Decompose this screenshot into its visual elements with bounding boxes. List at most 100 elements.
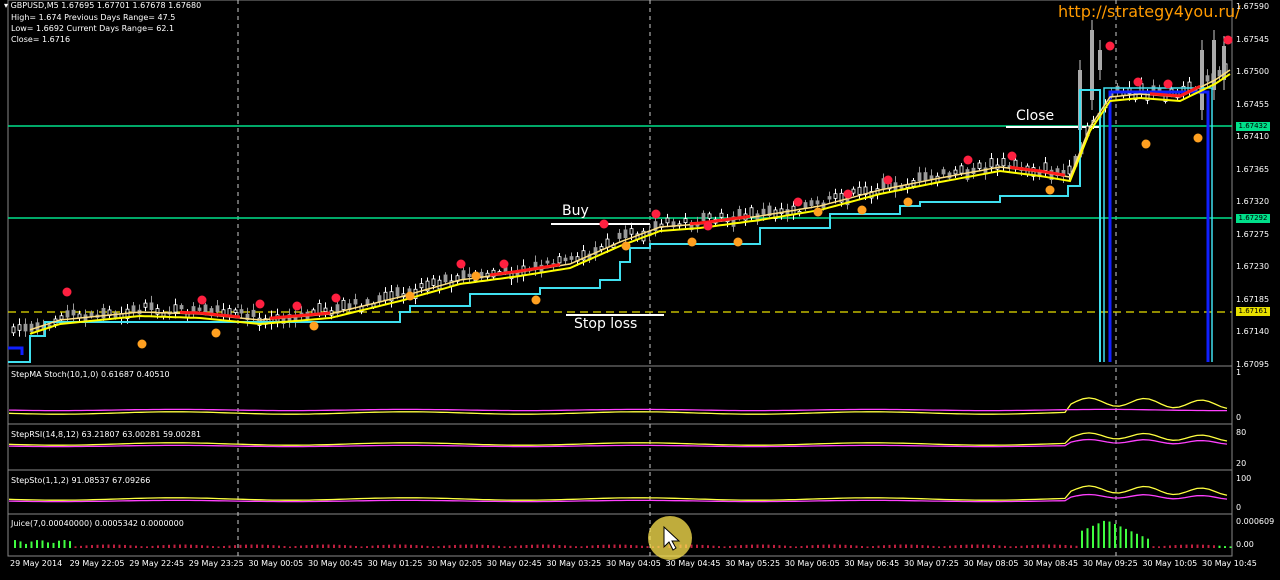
juice-scale-bottom: 0.00 bbox=[1236, 540, 1254, 549]
time-tick: 30 May 06:45 bbox=[844, 559, 900, 568]
juice-bar bbox=[162, 545, 165, 548]
juice-bar bbox=[454, 544, 456, 548]
candle-body bbox=[1098, 50, 1102, 70]
juice-bar bbox=[393, 544, 396, 548]
candle-body bbox=[461, 270, 466, 281]
candle-body bbox=[989, 158, 994, 168]
buy-signal-dot bbox=[137, 339, 147, 349]
juice-bar bbox=[91, 545, 93, 548]
juice-bar bbox=[426, 545, 429, 548]
candle-body bbox=[953, 169, 958, 175]
juice-bar bbox=[1059, 544, 1061, 548]
price-tick: 1.67230 bbox=[1236, 262, 1270, 271]
juice-bar bbox=[784, 545, 786, 548]
stepma-stoch-label: StepMA Stoch(10,1,0) 0.61687 0.40510 bbox=[11, 370, 170, 379]
candle-body bbox=[71, 309, 76, 316]
juice-bar bbox=[443, 545, 445, 548]
juice-bar bbox=[1042, 544, 1045, 548]
juice-bar bbox=[47, 542, 49, 548]
candle-body bbox=[131, 305, 136, 313]
juice-bar bbox=[795, 546, 797, 548]
juice-bar bbox=[459, 544, 462, 548]
juice-bar bbox=[993, 545, 995, 548]
juice-bar bbox=[316, 544, 319, 548]
juice-bar bbox=[1064, 545, 1067, 548]
juice-bar bbox=[349, 545, 352, 548]
juice-bar bbox=[899, 544, 902, 548]
sell-signal-dot bbox=[1133, 77, 1143, 87]
juice-bar bbox=[762, 544, 764, 548]
buy-signal-dot bbox=[405, 291, 415, 301]
stepma-magenta-line bbox=[8, 408, 1227, 412]
juice-bar bbox=[905, 544, 907, 548]
juice-bar bbox=[542, 544, 544, 548]
juice-bar bbox=[19, 541, 22, 548]
juice-bar bbox=[1136, 533, 1138, 548]
close-annotation: Close bbox=[1016, 108, 1055, 124]
juice-bar bbox=[729, 545, 731, 548]
symbol-line: GBPUSD,M5 1.67695 1.67701 1.67678 1.6768… bbox=[10, 1, 202, 10]
juice-bar bbox=[371, 545, 374, 548]
juice-bar bbox=[1097, 523, 1100, 548]
candle-body bbox=[59, 315, 64, 320]
juice-bar bbox=[1070, 545, 1072, 548]
juice-bar bbox=[1213, 545, 1215, 548]
sell-signal-dot bbox=[963, 155, 973, 165]
juice-bar bbox=[481, 544, 484, 548]
juice-bar bbox=[861, 545, 863, 548]
buy-signal-dot bbox=[687, 237, 697, 247]
juice-bar bbox=[448, 545, 451, 548]
juice-bar bbox=[410, 544, 412, 548]
juice-bar bbox=[641, 545, 643, 548]
juice-bar bbox=[833, 544, 836, 548]
juice-bar bbox=[575, 546, 577, 548]
juice-bar bbox=[289, 546, 291, 548]
sell-signal-dot bbox=[331, 293, 341, 303]
buy-signal-dot bbox=[211, 328, 221, 338]
juice-bar bbox=[910, 544, 913, 548]
sell-signal-dot bbox=[1007, 151, 1017, 161]
candle-body bbox=[143, 302, 148, 308]
juice-bar bbox=[223, 545, 225, 548]
candle-body bbox=[431, 278, 436, 286]
time-tick: 30 May 04:45 bbox=[665, 559, 721, 568]
time-tick: 30 May 03:25 bbox=[546, 559, 602, 568]
juice-bar bbox=[531, 544, 533, 548]
buy-signal-dot bbox=[733, 237, 743, 247]
time-tick: 30 May 00:05 bbox=[248, 559, 304, 568]
candle-body bbox=[605, 238, 610, 248]
candle-body bbox=[761, 208, 766, 215]
juice-bar bbox=[921, 545, 924, 548]
juice-bar bbox=[987, 544, 990, 548]
juice-bar bbox=[580, 546, 583, 548]
juice-bar bbox=[608, 544, 610, 548]
sell-signal-dot bbox=[499, 259, 509, 269]
price-chart[interactable] bbox=[0, 0, 1280, 580]
sell-signal-dot bbox=[292, 301, 302, 311]
juice-bar bbox=[360, 546, 363, 548]
sell-signal-dot bbox=[456, 259, 466, 269]
juice-bar bbox=[311, 544, 313, 548]
time-tick: 29 May 23:25 bbox=[188, 559, 244, 568]
juice-bar bbox=[1020, 545, 1023, 548]
juice-bar bbox=[1119, 526, 1122, 548]
juice-bar bbox=[707, 545, 709, 548]
juice-bar bbox=[850, 545, 852, 548]
price-tick: 1.67365 bbox=[1236, 164, 1270, 174]
sell-signal-dot bbox=[1163, 79, 1173, 89]
juice-bar bbox=[503, 546, 506, 548]
juice-bar bbox=[239, 544, 242, 548]
juice-bar bbox=[943, 546, 946, 548]
collapse-triangle-icon[interactable]: ▾ bbox=[4, 1, 8, 10]
juice-bar bbox=[437, 546, 440, 548]
buy-signal-dot bbox=[857, 205, 867, 215]
juice-bar bbox=[267, 544, 269, 548]
juice-bar bbox=[877, 545, 880, 548]
juice-bar bbox=[52, 542, 55, 548]
sell-signal-dot bbox=[255, 299, 265, 309]
candles-layer bbox=[11, 20, 1228, 337]
step-blue-line bbox=[1108, 90, 1210, 362]
juice-bar bbox=[844, 544, 847, 548]
candle-body bbox=[395, 287, 400, 297]
juice-bar bbox=[245, 544, 247, 548]
